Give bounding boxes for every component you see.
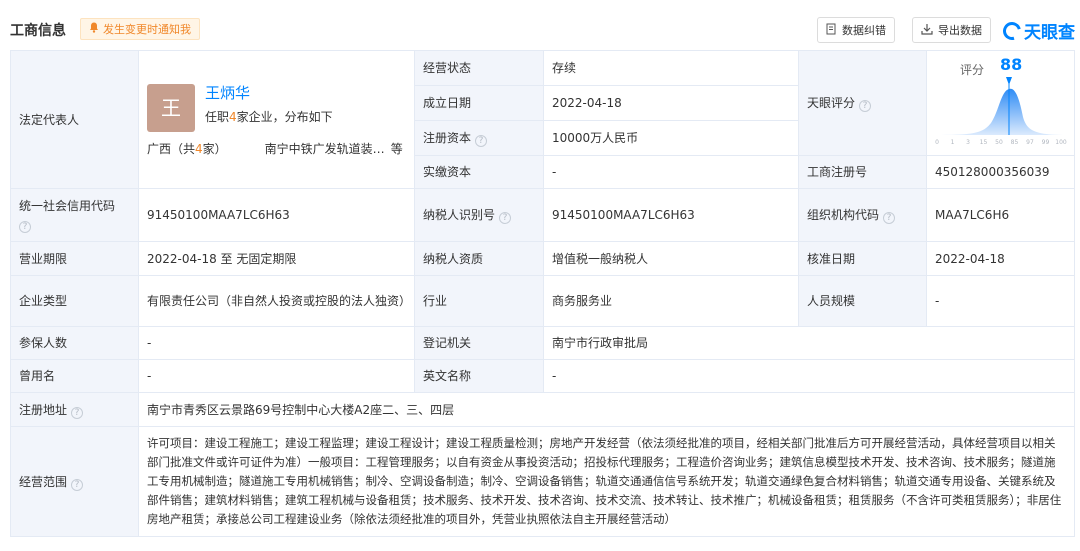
former-name-value: -	[138, 359, 415, 393]
approval-date-value: 2022-04-18	[926, 241, 1075, 276]
data-correction-button[interactable]: 数据纠错	[817, 17, 895, 43]
score-value: 88	[1000, 55, 1023, 74]
notify-change-button[interactable]: 发生变更时通知我	[80, 18, 200, 40]
brand-logo-icon	[999, 18, 1025, 43]
taxpayer-qual-value: 增值税一般纳税人	[543, 241, 799, 276]
score-label-cell: 天眼评分?	[798, 50, 927, 156]
legal-rep-name-link[interactable]: 王炳华	[205, 84, 250, 102]
help-icon[interactable]: ?	[71, 406, 84, 419]
address-value: 南宁市青秀区云景路69号控制中心大楼A2座二、三、四层	[138, 392, 1075, 427]
credit-code-label-cell: 统一社会信用代码?	[10, 188, 139, 242]
term-value: 2022-04-18 至 无固定期限	[138, 241, 415, 276]
header-bar: 工商信息 发生变更时通知我 数据纠错 导出数据 天眼查	[0, 0, 1080, 50]
help-icon[interactable]: ?	[19, 221, 31, 233]
score-axis-tick: 3	[966, 139, 970, 146]
score-distribution-chart: 0 1 3 15 50 85 97 99 100	[935, 77, 1067, 146]
export-data-label: 导出数据	[938, 24, 982, 37]
notify-change-label: 发生变更时通知我	[103, 23, 191, 36]
scope-label-cell: 经营范围?	[10, 426, 139, 537]
score-axis-tick: 85	[1011, 139, 1019, 146]
company-type-value: 有限责任公司（非自然人投资或控股的法人独资）	[138, 275, 415, 327]
org-code-value: MAA7LC6H6	[926, 188, 1075, 242]
legal-rep-summary: 任职4家企业，分布如下	[205, 110, 333, 124]
legal-rep-region: 广西（共4家） 南宁中铁广发轨道装… 等	[147, 142, 403, 156]
help-icon[interactable]: ?	[499, 212, 512, 224]
export-data-button[interactable]: 导出数据	[912, 17, 991, 43]
score-cell: 评分 88 0 1 3 15 50 85 97 99 100	[926, 50, 1075, 156]
taxpayer-id-value: 91450100MAA7LC6H63	[543, 188, 799, 242]
brand-logo: 天眼查	[999, 18, 1075, 43]
status-label: 经营状态	[414, 50, 544, 86]
reg-capital-label-cell: 注册资本?	[414, 120, 544, 156]
business-scope-value: 许可项目：建设工程施工；建设工程监理；建设工程设计；建设工程质量检测；房地产开发…	[138, 426, 1075, 537]
score-axis-tick: 0	[935, 139, 939, 146]
document-edit-icon	[826, 23, 837, 38]
more-link[interactable]: 等	[391, 142, 403, 156]
staff-label: 人员规模	[798, 275, 927, 327]
download-icon	[921, 23, 933, 38]
industry-value: 商务服务业	[543, 275, 799, 327]
staff-value: -	[926, 275, 1075, 327]
org-code-label-cell: 组织机构代码?	[798, 188, 927, 242]
term-label: 营业期限	[10, 241, 139, 276]
legal-rep-label: 法定代表人	[10, 50, 139, 189]
avatar: 王	[147, 84, 195, 132]
insured-label: 参保人数	[10, 326, 139, 360]
founded-value: 2022-04-18	[543, 85, 799, 121]
english-name-label: 英文名称	[414, 359, 544, 393]
reg-no-label: 工商注册号	[798, 155, 927, 189]
related-company-link[interactable]: 南宁中铁广发轨道装…	[265, 142, 385, 156]
reg-capital-value: 10000万人民币	[543, 120, 799, 156]
score-axis-tick: 99	[1042, 139, 1050, 146]
reg-no-value: 450128000356039	[926, 155, 1075, 189]
english-name-value: -	[543, 359, 1075, 393]
approval-date-label: 核准日期	[798, 241, 927, 276]
score-axis-tick: 15	[980, 139, 988, 146]
bell-icon	[89, 22, 99, 36]
business-info-table: 法定代表人 王 王炳华 任职4家企业，分布如下 广西（共4家） 南宁中铁广发轨道装…	[10, 50, 1075, 537]
paid-capital-label: 实缴资本	[414, 155, 544, 189]
status-value: 存续	[543, 50, 799, 86]
help-icon[interactable]: ?	[883, 212, 896, 224]
score-axis-tick: 100	[1055, 139, 1067, 146]
taxpayer-id-label-cell: 纳税人识别号?	[414, 188, 544, 242]
former-name-label: 曾用名	[10, 359, 139, 393]
legal-rep-cell: 王 王炳华 任职4家企业，分布如下 广西（共4家） 南宁中铁广发轨道装… 等	[138, 50, 415, 189]
credit-code-value: 91450100MAA7LC6H63	[138, 188, 415, 242]
insured-value: -	[138, 326, 415, 360]
brand-name: 天眼查	[1024, 23, 1075, 43]
address-label-cell: 注册地址?	[10, 392, 139, 427]
help-icon[interactable]: ?	[71, 478, 84, 491]
paid-capital-value: -	[543, 155, 799, 189]
score-axis-tick: 50	[995, 139, 1003, 146]
data-correction-label: 数据纠错	[842, 24, 886, 37]
help-icon[interactable]: ?	[475, 135, 488, 147]
taxpayer-qual-label: 纳税人资质	[414, 241, 544, 276]
founded-label: 成立日期	[414, 85, 544, 121]
industry-label: 行业	[414, 275, 544, 327]
authority-value: 南宁市行政审批局	[543, 326, 1075, 360]
help-icon[interactable]: ?	[859, 100, 872, 112]
page-title: 工商信息	[10, 23, 66, 39]
score-curve	[935, 88, 1067, 135]
score-axis-tick: 1	[951, 139, 955, 146]
score-marker-icon	[1006, 77, 1012, 85]
score-axis-tick: 97	[1026, 139, 1034, 146]
company-type-label: 企业类型	[10, 275, 139, 327]
authority-label: 登记机关	[414, 326, 544, 360]
